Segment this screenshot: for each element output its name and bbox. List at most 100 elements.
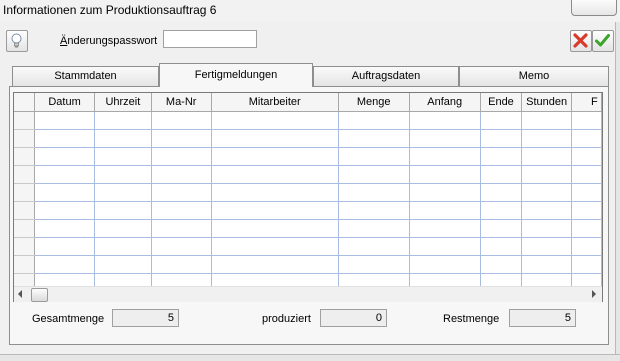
table-cell[interactable] (338, 111, 410, 130)
table-cell[interactable] (34, 183, 96, 202)
table-cell[interactable] (94, 183, 152, 202)
column-header-f[interactable]: F (571, 93, 602, 112)
table-cell[interactable] (521, 165, 573, 184)
table-row[interactable] (14, 255, 602, 274)
table-cell[interactable] (34, 201, 96, 220)
table-cell[interactable] (521, 129, 573, 148)
table-cell[interactable] (94, 129, 152, 148)
table-cell[interactable] (521, 201, 573, 220)
table-cell[interactable] (521, 219, 573, 238)
password-input[interactable] (163, 30, 257, 48)
table-cell[interactable] (338, 147, 410, 166)
column-header-anfang[interactable]: Anfang (409, 93, 481, 112)
data-grid[interactable]: Datum Uhrzeit Ma-Nr Mitarbeiter Menge An… (13, 92, 603, 302)
table-cell[interactable] (34, 237, 96, 256)
tab-stammdaten[interactable]: Stammdaten (12, 66, 159, 86)
table-cell[interactable] (151, 219, 212, 238)
table-row[interactable] (14, 147, 602, 166)
table-cell[interactable] (571, 237, 602, 256)
table-cell[interactable] (34, 147, 96, 166)
table-cell[interactable] (571, 255, 602, 274)
table-cell[interactable] (480, 111, 523, 130)
ok-button[interactable] (592, 30, 614, 52)
table-cell[interactable] (94, 111, 152, 130)
table-cell[interactable] (571, 147, 602, 166)
table-cell[interactable] (338, 201, 410, 220)
scroll-right-icon[interactable] (591, 290, 597, 298)
table-cell[interactable] (409, 183, 481, 202)
table-cell[interactable] (338, 237, 410, 256)
table-cell[interactable] (521, 237, 573, 256)
table-cell[interactable] (151, 165, 212, 184)
table-cell[interactable] (94, 165, 152, 184)
table-cell[interactable] (480, 147, 523, 166)
table-cell[interactable] (34, 111, 96, 130)
table-cell[interactable] (409, 111, 481, 130)
row-indicator[interactable] (14, 219, 35, 238)
table-cell[interactable] (571, 165, 602, 184)
table-cell[interactable] (480, 255, 523, 274)
table-cell[interactable] (151, 183, 212, 202)
column-header-menge[interactable]: Menge (338, 93, 410, 112)
table-cell[interactable] (571, 183, 602, 202)
table-cell[interactable] (338, 183, 410, 202)
table-cell[interactable] (409, 237, 481, 256)
table-cell[interactable] (211, 165, 339, 184)
tab-fertigmeldungen[interactable]: Fertigmeldungen (159, 63, 313, 87)
table-cell[interactable] (521, 111, 573, 130)
window-close-button[interactable] (571, 0, 617, 16)
table-cell[interactable] (409, 219, 481, 238)
column-header-ma-nr[interactable]: Ma-Nr (151, 93, 212, 112)
table-cell[interactable] (151, 255, 212, 274)
table-cell[interactable] (409, 255, 481, 274)
table-cell[interactable] (94, 147, 152, 166)
row-indicator[interactable] (14, 255, 35, 274)
table-cell[interactable] (34, 255, 96, 274)
row-indicator[interactable] (14, 237, 35, 256)
table-cell[interactable] (521, 147, 573, 166)
row-indicator[interactable] (14, 111, 35, 130)
column-header-datum[interactable]: Datum (34, 93, 96, 112)
table-row[interactable] (14, 129, 602, 148)
table-cell[interactable] (338, 129, 410, 148)
table-cell[interactable] (211, 219, 339, 238)
row-indicator[interactable] (14, 201, 35, 220)
table-row[interactable] (14, 183, 602, 202)
table-cell[interactable] (480, 219, 523, 238)
table-cell[interactable] (151, 111, 212, 130)
table-cell[interactable] (211, 147, 339, 166)
row-indicator[interactable] (14, 183, 35, 202)
table-cell[interactable] (409, 129, 481, 148)
table-cell[interactable] (480, 183, 523, 202)
table-cell[interactable] (211, 183, 339, 202)
column-header-ende[interactable]: Ende (480, 93, 523, 112)
table-cell[interactable] (480, 201, 523, 220)
horizontal-scrollbar[interactable] (14, 286, 602, 302)
table-cell[interactable] (338, 219, 410, 238)
tab-memo[interactable]: Memo (459, 66, 609, 86)
table-cell[interactable] (521, 255, 573, 274)
table-cell[interactable] (211, 111, 339, 130)
table-cell[interactable] (211, 129, 339, 148)
hint-button[interactable] (6, 30, 28, 52)
tab-auftragsdaten[interactable]: Auftragsdaten (313, 66, 459, 86)
table-cell[interactable] (480, 237, 523, 256)
table-cell[interactable] (211, 255, 339, 274)
table-cell[interactable] (571, 219, 602, 238)
table-cell[interactable] (211, 237, 339, 256)
table-cell[interactable] (338, 165, 410, 184)
table-cell[interactable] (211, 201, 339, 220)
row-indicator[interactable] (14, 147, 35, 166)
table-cell[interactable] (34, 129, 96, 148)
row-indicator[interactable] (14, 129, 35, 148)
table-row[interactable] (14, 201, 602, 220)
table-cell[interactable] (94, 201, 152, 220)
table-cell[interactable] (409, 201, 481, 220)
table-cell[interactable] (571, 111, 602, 130)
table-cell[interactable] (338, 255, 410, 274)
table-cell[interactable] (151, 147, 212, 166)
table-cell[interactable] (34, 165, 96, 184)
scroll-left-icon[interactable] (17, 290, 23, 298)
table-cell[interactable] (34, 219, 96, 238)
table-cell[interactable] (409, 147, 481, 166)
